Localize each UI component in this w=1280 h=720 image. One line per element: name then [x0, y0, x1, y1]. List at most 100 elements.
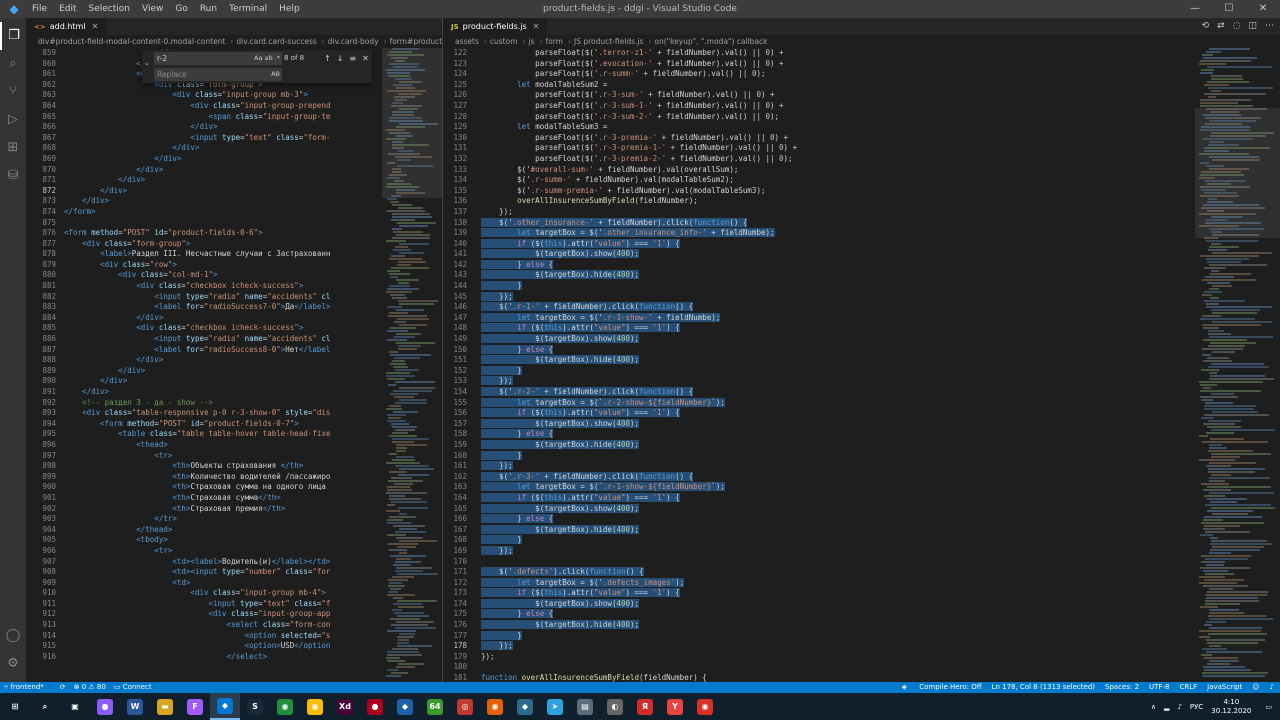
code-line[interactable]: });: [481, 291, 1181, 303]
code-line[interactable]: } else {: [481, 344, 1181, 356]
code-line[interactable]: if ($(this).attr("value") === '1') {: [481, 238, 1181, 250]
code-line[interactable]: <th>Страховая премия</th>: [64, 504, 404, 515]
code-line[interactable]: parseFloat($('.r-3-sum-2-' + fieldNumber…: [481, 112, 1181, 123]
code-line[interactable]: });: [481, 376, 1181, 387]
code-line[interactable]: <option>USD</option: [64, 641, 404, 652]
code-line[interactable]: parseFloat($('.r-3-premia-2-' + fieldNum…: [481, 154, 1181, 165]
code-line[interactable]: <div class="input-group mb-3">: [64, 90, 404, 101]
code-line[interactable]: $('.r-2-' + fieldNumber).click(function(…: [481, 387, 1181, 398]
taskbar-app-red-icon[interactable]: ◎: [450, 693, 480, 720]
code-line[interactable]: <div class="col-md-1">: [64, 270, 404, 281]
code-line[interactable]: </div>: [64, 122, 404, 133]
code-line[interactable]: $(targetBox).show(400);: [481, 334, 1181, 345]
minimap-viewport[interactable]: [1195, 108, 1280, 238]
code-line[interactable]: parseFloat($('.terror-z1-' + fieldNumber…: [481, 48, 1181, 59]
code-line[interactable]: <tbody>: [64, 535, 404, 546]
menu-item-view[interactable]: View: [136, 0, 169, 18]
code-line[interactable]: </thead>: [64, 525, 404, 536]
taskbar-screen-icon[interactable]: ▤: [570, 693, 600, 720]
taskbar-chrome-icon[interactable]: ◉: [270, 693, 300, 720]
code-line[interactable]: <th>Страховая сумма</th>: [64, 493, 404, 504]
action-center-icon[interactable]: ▭: [1265, 703, 1272, 711]
code-line[interactable]: $(targetBox).show(400);: [481, 249, 1181, 260]
encoding[interactable]: UTF-8: [1149, 682, 1169, 693]
code-line[interactable]: </select>: [64, 652, 404, 663]
code-line[interactable]: let modalTableSum2 =: [481, 80, 1181, 91]
tab-add-html[interactable]: <> add.html ✕: [26, 18, 108, 35]
compile-hero-status[interactable]: ◈ Compile Hero: Off: [902, 682, 982, 693]
code-line[interactable]: function overAllInsurenceSumByField(fiel…: [481, 673, 1181, 682]
minimap-viewport[interactable]: [382, 48, 442, 198]
split-editor-icon[interactable]: ◫: [1248, 18, 1257, 35]
minimize-icon[interactable]: —: [1178, 0, 1212, 18]
code-line[interactable]: <div class="input-group mb-4">: [64, 588, 404, 599]
code-line[interactable]: </div>: [64, 376, 404, 387]
code-line[interactable]: });: [481, 652, 1181, 663]
sync-icon[interactable]: ⟳: [60, 682, 66, 693]
left-editor[interactable]: 859 860 861 862 863 864 865 866 867 868 869 870 871 8…: [26, 48, 442, 682]
right-minimap[interactable]: [1195, 48, 1280, 682]
code-line[interactable]: } else {: [481, 259, 1181, 271]
code-line[interactable]: $(targetBox).hide(400);: [481, 355, 1181, 366]
end-of-line[interactable]: CRLF: [1179, 682, 1197, 693]
explorer-icon[interactable]: ❐: [0, 22, 26, 50]
code-line[interactable]: }: [481, 365, 1181, 377]
menu-item-run[interactable]: Run: [194, 0, 223, 18]
code-line[interactable]: <span class="input-group-te: [64, 112, 404, 123]
breadcrumb-item[interactable]: custom: [490, 37, 518, 46]
taskbar-app-circle-icon[interactable]: ◐: [600, 693, 630, 720]
settings-gear-icon[interactable]: ⚙: [0, 650, 26, 678]
code-line[interactable]: } else {: [481, 609, 1181, 620]
taskbar-steam-icon[interactable]: S: [240, 693, 270, 720]
taskbar-search-icon[interactable]: ⌕: [30, 693, 60, 720]
code-line[interactable]: <thead>: [64, 440, 404, 451]
code-line[interactable]: [481, 662, 1181, 673]
replace-input[interactable]: Replace AB: [154, 68, 282, 81]
code-line[interactable]: }: [481, 630, 1181, 642]
taskbar-app-64-icon[interactable]: 64: [420, 693, 450, 720]
code-line[interactable]: $('.r-1-' + fieldNumber).click(function(…: [481, 302, 1181, 313]
code-line[interactable]: <div class="form-group">: [64, 239, 404, 250]
taskbar-telegram-icon[interactable]: ➤: [540, 693, 570, 720]
right-editor[interactable]: 122 123 124 125 126 127 128 129 130 131 132 133 134 1…: [443, 48, 1280, 682]
network-icon[interactable]: ▂: [1164, 703, 1169, 711]
code-line[interactable]: <input type="text" class="f: [64, 599, 404, 610]
taskbar-folder-icon[interactable]: ▬: [150, 693, 180, 720]
taskbar-figma-icon[interactable]: F: [180, 693, 210, 720]
code-line[interactable]: let targetBox = $(`.r-1-show-${fieldNumb…: [481, 482, 1181, 493]
code-line[interactable]: $(targetBox).show(400);: [481, 503, 1181, 515]
code-line[interactable]: let targetBox = $(`.r-2-show-${fieldNumb…: [481, 397, 1181, 409]
clock[interactable]: 4:10 30.12.2020: [1211, 698, 1251, 716]
breadcrumb-item[interactable]: div.card-body: [328, 37, 379, 46]
code-line[interactable]: </div>: [64, 186, 404, 197]
feedback-icon[interactable]: ☺: [1252, 682, 1259, 693]
language-mode[interactable]: JavaScript: [1207, 682, 1242, 693]
code-line[interactable]: if ($(this).attr("value") === '1') {: [481, 492, 1181, 504]
code-line[interactable]: $('.other_insurance-' + fieldNumber).cli…: [481, 217, 1181, 229]
code-line[interactable]: <label>Раздел III. Несчастные случаи с З…: [64, 249, 404, 260]
taskbar-taskview-icon[interactable]: ▣: [60, 693, 90, 720]
volume-icon[interactable]: ♪: [1177, 703, 1181, 711]
code-line[interactable]: if ($(this).attr("value") === '1') {: [481, 323, 1181, 334]
breadcrumb-item[interactable]: div#product-field-modal-content-0.modal-…: [38, 37, 225, 46]
code-line[interactable]: if ($(this).attr("value") === '1') {: [481, 588, 1181, 599]
code-line[interactable]: <input type="text" class="form-: [64, 133, 404, 144]
notifications-icon[interactable]: ♪: [1270, 682, 1274, 693]
close-find-icon[interactable]: ✕: [362, 52, 369, 65]
code-line[interactable]: $('.r-summ-' + fieldNumber).val(modalTab…: [481, 175, 1181, 186]
taskbar-yandex-2-icon[interactable]: Y: [660, 693, 690, 720]
code-line[interactable]: <div class="table-responsive p-0 r-3-sho…: [64, 408, 404, 419]
database-icon[interactable]: ⛁: [0, 162, 26, 190]
code-line[interactable]: parseFloat($('.r-3-sum-' + fieldNumber).…: [481, 90, 1181, 101]
code-line[interactable]: $(targetBox).show(400);: [481, 418, 1181, 430]
code-line[interactable]: $(targetBox).hide(400);: [481, 620, 1181, 631]
code-line[interactable]: });: [481, 545, 1181, 557]
code-line[interactable]: if ($(this).attr("value") === '1') {: [481, 408, 1181, 419]
code-line[interactable]: </div>: [64, 366, 404, 377]
more-actions-icon[interactable]: ⋯: [1265, 18, 1274, 35]
code-line[interactable]: parseFloat($('.r-summ-' + fieldNumber).v…: [481, 69, 1181, 80]
code-line[interactable]: <th>Страховая сумма на одного лица: [64, 482, 404, 493]
code-line[interactable]: $(targetBox).hide(400);: [481, 439, 1181, 451]
breadcrumb-item[interactable]: form: [546, 37, 564, 46]
code-line[interactable]: <input type="radio" name="accidents" cl: [64, 292, 404, 303]
